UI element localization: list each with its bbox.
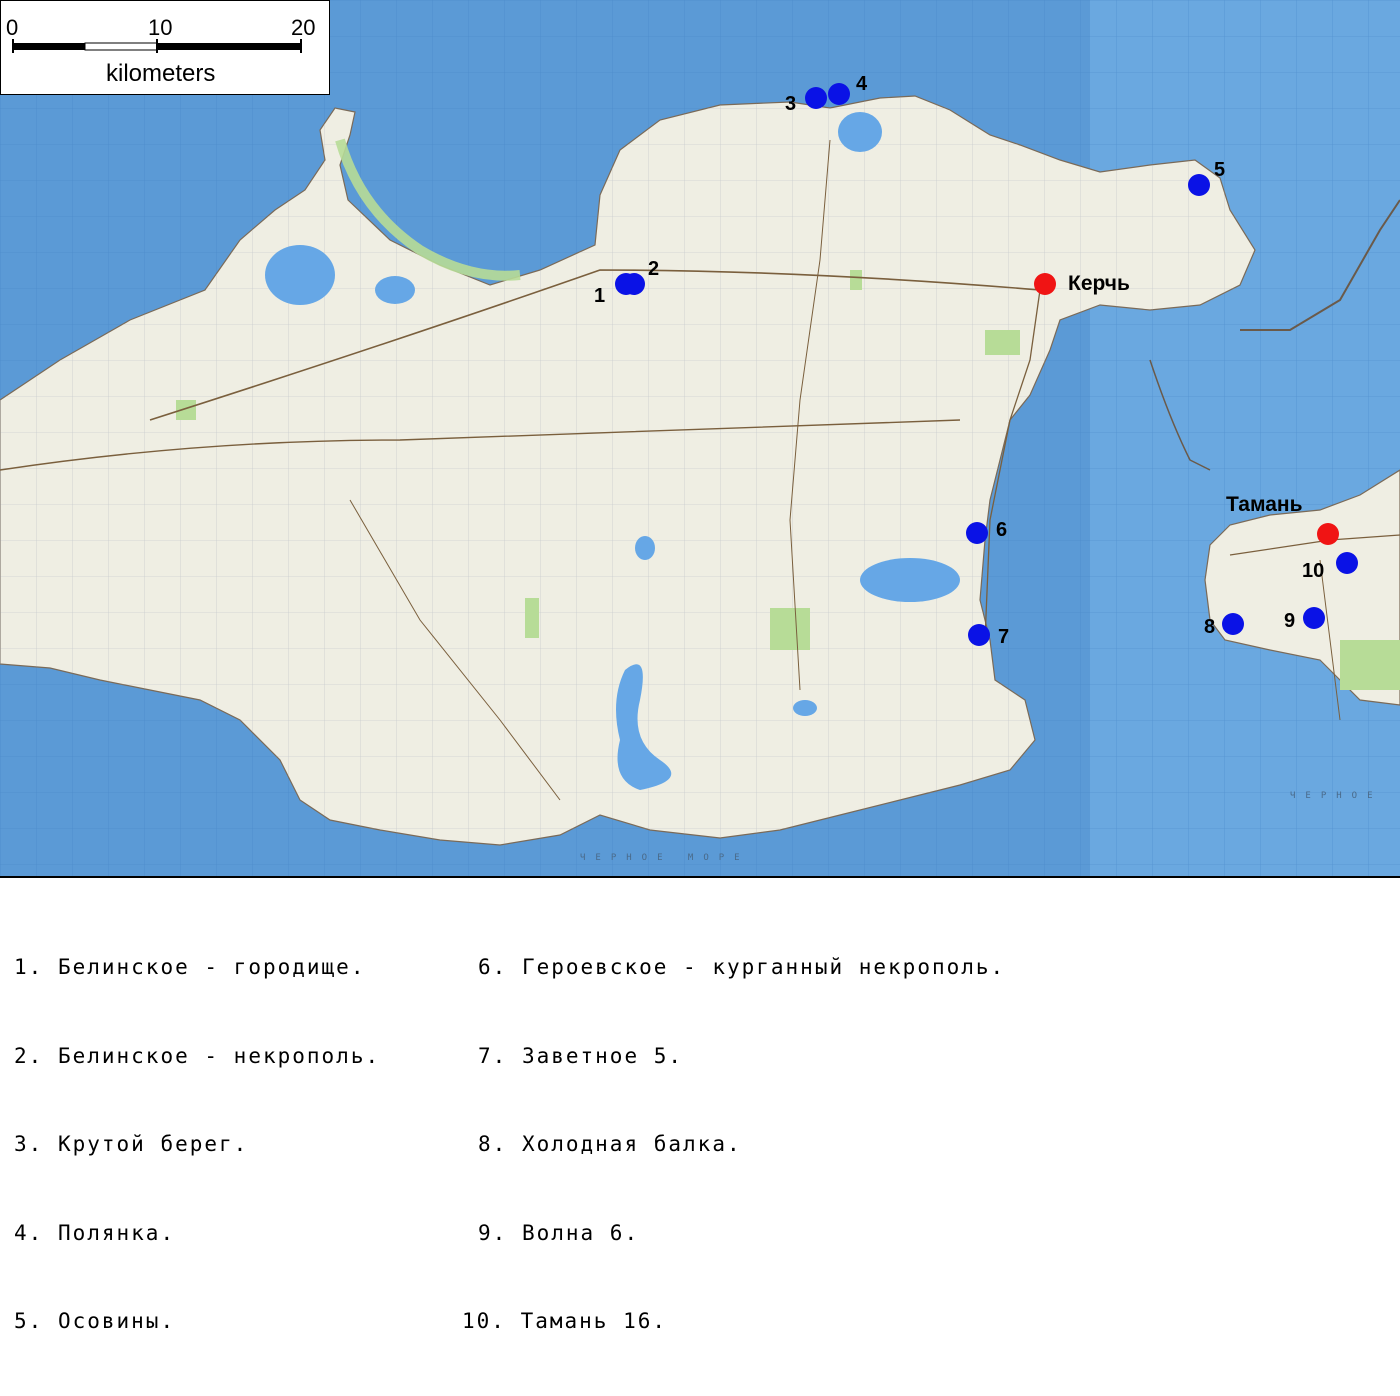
legend-item-7: 7. Заветное 5.	[478, 1043, 684, 1068]
svg-text:Керчь: Керчь	[1068, 272, 1130, 295]
svg-text:2: 2	[648, 258, 659, 280]
city-marker-kerch: Керчь	[1034, 272, 1130, 295]
lake-aktash	[265, 245, 335, 305]
legend-item-3: 3. Крутой берег.	[14, 1132, 249, 1156]
map-area: ЧЕРНОЕ МОРЕ ЧЕРНОЕ Керчь Тамань 1 2 3 4	[0, 0, 1400, 876]
scale-bar: 0 10 20 kilometers	[0, 0, 330, 95]
svg-text:8: 8	[1204, 616, 1215, 638]
topographic-map: ЧЕРНОЕ МОРЕ ЧЕРНОЕ Керчь Тамань 1 2 3 4	[0, 0, 1400, 876]
lake-tobechik	[860, 558, 960, 602]
forest-patch	[850, 270, 862, 290]
legend-item-2: 2. Белинское - некрополь.	[14, 1043, 381, 1068]
legend-item-6: 6. Героевское - курганный некрополь.	[478, 955, 1006, 979]
svg-text:1: 1	[594, 285, 605, 307]
svg-text:5: 5	[1214, 159, 1225, 181]
lake-center	[635, 536, 655, 560]
sea-label: ЧЕРНОЕ МОРЕ	[580, 853, 750, 863]
svg-text:3: 3	[785, 93, 796, 115]
legend-item-5: 5. Осовины.	[14, 1309, 176, 1333]
legend-item-9: 9. Волна 6.	[478, 1220, 640, 1245]
svg-text:4: 4	[856, 73, 868, 95]
svg-text:9: 9	[1284, 610, 1295, 632]
legend-column-right: 6. Героевское - курганный некрополь. 7. …	[462, 894, 1006, 1396]
legend-item-10: 10. Тамань 16.	[462, 1309, 668, 1333]
svg-text:10: 10	[1302, 560, 1324, 582]
legend-item-4: 4. Полянка.	[14, 1220, 176, 1245]
forest-patch	[1340, 640, 1400, 690]
svg-text:6: 6	[996, 519, 1007, 541]
forest-patch	[770, 608, 810, 650]
legend: 1. Белинское - городище. 2. Белинское - …	[0, 876, 1400, 1333]
legend-item-8: 8. Холодная балка.	[478, 1132, 742, 1156]
lake-small	[793, 700, 817, 716]
sea-label-right: ЧЕРНОЕ	[1290, 791, 1383, 801]
legend-item-1: 1. Белинское - городище.	[14, 955, 366, 979]
scale-unit: kilometers	[106, 60, 216, 87]
forest-patch	[525, 598, 539, 638]
forest-patch	[985, 330, 1020, 355]
svg-text:Тамань: Тамань	[1226, 493, 1303, 516]
legend-column-left: 1. Белинское - городище. 2. Белинское - …	[14, 894, 380, 1396]
svg-text:7: 7	[998, 626, 1009, 648]
lake-chokrak	[838, 112, 882, 152]
lake-north	[375, 276, 415, 304]
